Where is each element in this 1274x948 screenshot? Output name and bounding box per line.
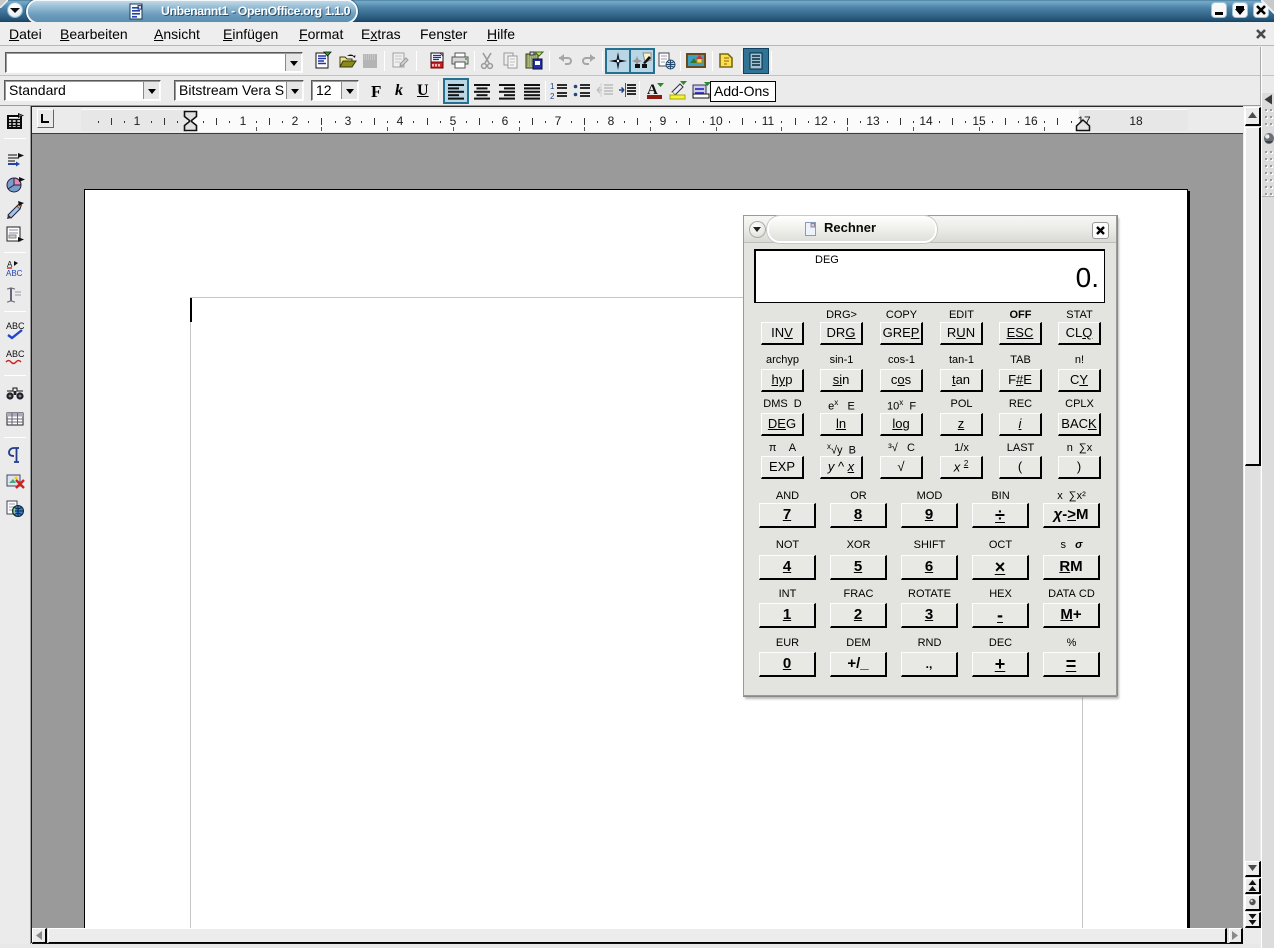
svg-text:ABC: ABC [6, 269, 23, 278]
svg-text:1: 1 [550, 82, 555, 91]
svg-text:ABC: ABC [6, 349, 25, 359]
svg-text:2: 2 [550, 92, 555, 101]
svg-text:ABC: ABC [6, 321, 25, 331]
